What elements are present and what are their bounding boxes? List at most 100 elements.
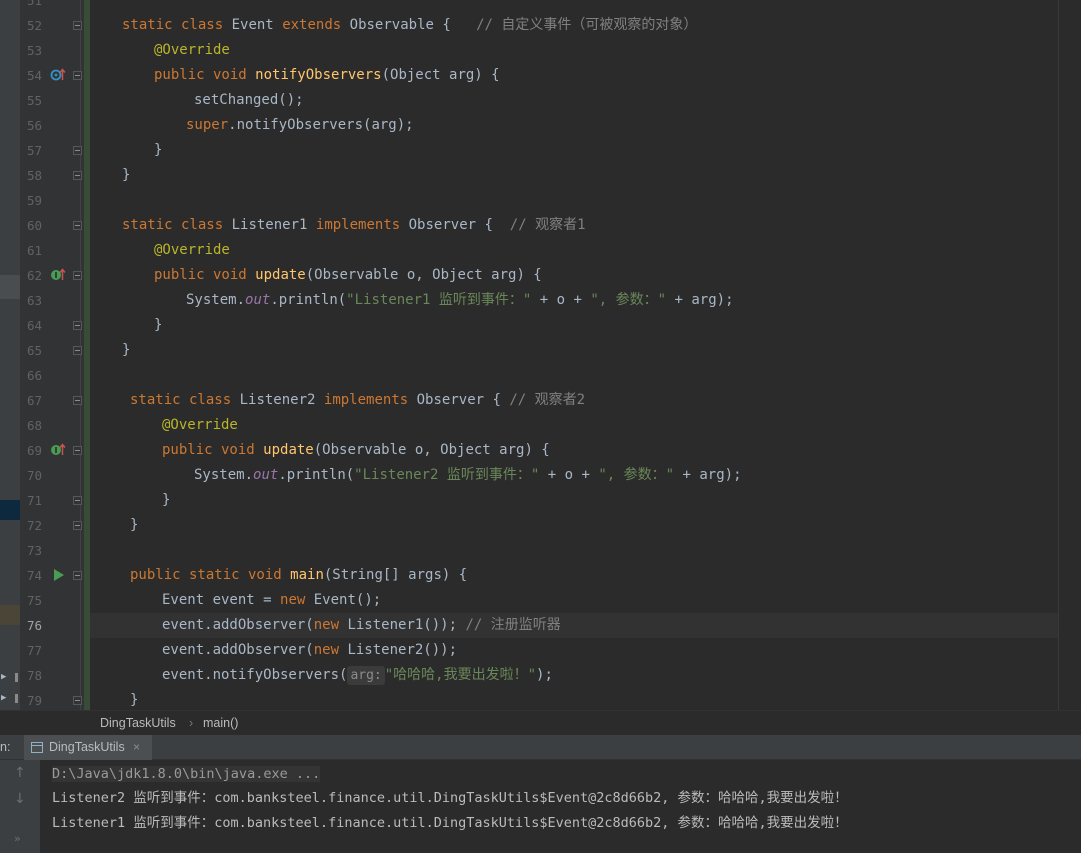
run-gutter-icon[interactable] xyxy=(50,567,66,583)
fold-guide xyxy=(80,0,81,710)
line-number: 68 xyxy=(26,418,42,433)
fold-icon[interactable] xyxy=(73,346,82,355)
line-number: 73 xyxy=(26,543,42,558)
code-line-63: System.out.println("Listener1 监听到事件：" + … xyxy=(186,292,734,308)
implements-method-icon[interactable] xyxy=(50,267,66,283)
fold-icon[interactable] xyxy=(73,21,82,30)
code-line-74: public static void main(String[] args) { xyxy=(130,567,468,583)
code-line-70: System.out.println("Listener2 监听到事件：" + … xyxy=(194,467,742,483)
fold-icon[interactable] xyxy=(73,496,82,505)
code-line-76: event.addObserver(new Listener1()); // 注… xyxy=(162,617,561,633)
console-line: Listener2 监听到事件：com.banksteel.finance.ut… xyxy=(52,790,848,806)
console-line: D:\Java\jdk1.8.0\bin\java.exe ... xyxy=(52,762,321,787)
down-arrow-icon[interactable]: ↓ xyxy=(14,791,26,807)
line-number: 62 xyxy=(26,268,42,283)
console-command[interactable]: D:\Java\jdk1.8.0\bin\java.exe ... xyxy=(52,766,321,782)
line-number: 57 xyxy=(26,143,42,158)
override-method-icon[interactable] xyxy=(50,67,66,83)
line-number: 77 xyxy=(26,643,42,658)
fold-icon[interactable] xyxy=(73,696,82,705)
code-line-65: } xyxy=(122,342,131,358)
line-number: 59 xyxy=(26,193,42,208)
console-tab-icon xyxy=(31,742,43,753)
scroll-thumb[interactable] xyxy=(0,275,20,299)
code-line-60: static class Listener1 implements Observ… xyxy=(122,217,586,233)
line-number: 61 xyxy=(26,243,42,258)
fold-icon[interactable] xyxy=(73,146,82,155)
code-line-58: } xyxy=(122,167,131,183)
code-line-53: @Override xyxy=(154,42,230,58)
line-number: 64 xyxy=(26,318,42,333)
code-line-69: public void update(Observable o, Object … xyxy=(162,442,550,458)
strip-bar xyxy=(15,673,18,682)
code-line-61: @Override xyxy=(154,242,230,258)
run-tool-window-header: n: DingTaskUtils × xyxy=(0,735,1081,760)
fold-icon[interactable] xyxy=(73,71,82,80)
strip-highlight-current xyxy=(0,605,20,625)
fold-icon[interactable] xyxy=(73,271,82,280)
code-line-56: super.notifyObservers(arg); xyxy=(186,117,414,133)
fold-icon[interactable] xyxy=(73,571,82,580)
line-number: 71 xyxy=(26,493,42,508)
left-tool-strip: ▶ ▶ ▶ xyxy=(0,0,20,735)
line-number: 72 xyxy=(26,518,42,533)
console-line: Listener1 监听到事件：com.banksteel.finance.ut… xyxy=(52,815,848,831)
breadcrumb: DingTaskUtils › main() xyxy=(0,710,1081,735)
run-panel-title: n: xyxy=(0,740,11,754)
line-number: 70 xyxy=(26,468,42,483)
code-line-75: Event event = new Event(); xyxy=(162,592,382,608)
line-number: 58 xyxy=(26,168,42,183)
code-line-79: } xyxy=(130,692,139,708)
line-number: 74 xyxy=(26,568,42,583)
code-line-68: @Override xyxy=(162,417,238,433)
code-line-54: public void notifyObservers(Object arg) … xyxy=(154,67,500,83)
code-line-72: } xyxy=(130,517,139,533)
breadcrumb-class[interactable]: DingTaskUtils xyxy=(100,711,176,735)
fold-icon[interactable] xyxy=(73,521,82,530)
fold-icon[interactable] xyxy=(73,171,82,180)
up-arrow-icon[interactable]: ↑ xyxy=(14,765,26,781)
code-line-77: event.addObserver(new Listener2()); xyxy=(162,642,458,658)
line-number: 75 xyxy=(26,593,42,608)
implements-method-icon[interactable] xyxy=(50,442,66,458)
line-number: 63 xyxy=(26,293,42,308)
line-number: 69 xyxy=(26,443,42,458)
expand-arrow-icon[interactable]: ▶ xyxy=(1,672,6,682)
breadcrumb-method[interactable]: main() xyxy=(203,711,238,735)
breadcrumb-separator-icon: › xyxy=(189,716,194,730)
code-line-78: event.notifyObservers(arg: "哈哈哈,我要出发啦！"); xyxy=(162,666,553,685)
run-tab[interactable]: DingTaskUtils × xyxy=(24,735,152,760)
code-line-52: static class Event extends Observable { … xyxy=(122,17,698,33)
fold-icon[interactable] xyxy=(73,446,82,455)
console-toolbar: ↑ ↓ » xyxy=(0,760,40,853)
close-icon[interactable]: × xyxy=(133,735,140,760)
strip-bar xyxy=(15,694,18,703)
fold-icon[interactable] xyxy=(73,321,82,330)
line-number: 51 xyxy=(26,0,42,8)
line-number-gutter: 51 52 53 54 55 56 57 58 59 60 61 62 63 6… xyxy=(20,0,76,710)
strip-highlight xyxy=(0,500,20,520)
line-number: 52 xyxy=(26,18,42,33)
code-editor[interactable]: static class Event extends Observable { … xyxy=(90,0,1058,710)
line-number: 67 xyxy=(26,393,42,408)
code-line-64: } xyxy=(154,317,163,333)
right-margin-guide xyxy=(1058,0,1059,710)
more-icon[interactable]: » xyxy=(14,832,21,845)
line-number: 53 xyxy=(26,43,42,58)
line-number: 60 xyxy=(26,218,42,233)
code-line-62: public void update(Observable o, Object … xyxy=(154,267,542,283)
run-tab-label: DingTaskUtils xyxy=(49,740,125,754)
code-line-67: static class Listener2 implements Observ… xyxy=(130,392,586,408)
line-number: 54 xyxy=(26,68,42,83)
expand-arrow-icon[interactable]: ▶ xyxy=(1,693,6,703)
line-number-current: 76 xyxy=(26,618,42,633)
code-line-71: } xyxy=(162,492,171,508)
line-number: 65 xyxy=(26,343,42,358)
console-panel: ↑ ↓ » D:\Java\jdk1.8.0\bin\java.exe ... … xyxy=(0,760,1081,853)
code-line-55: setChanged(); xyxy=(194,92,304,108)
line-number: 66 xyxy=(26,368,42,383)
fold-icon[interactable] xyxy=(73,221,82,230)
fold-icon[interactable] xyxy=(73,396,82,405)
line-number: 56 xyxy=(26,118,42,133)
line-number: 55 xyxy=(26,93,42,108)
